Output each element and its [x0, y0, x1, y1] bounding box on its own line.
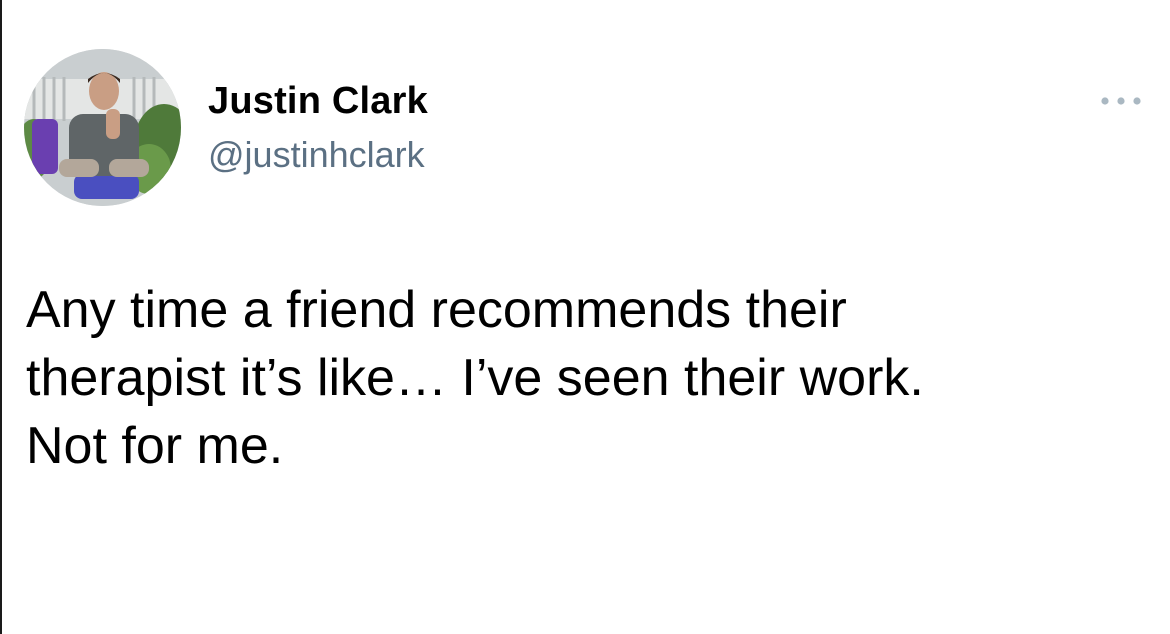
avatar-photo: [24, 49, 181, 206]
tweet-text-line: therapist it’s like… I’ve seen their wor…: [26, 349, 924, 407]
frame-edge: [0, 0, 2, 634]
author-display-name[interactable]: Justin Clark: [208, 78, 428, 124]
tweet-text-line: Any time a friend recommends their: [26, 281, 847, 339]
tweet-text-line: Not for me.: [26, 417, 284, 475]
more-options-button[interactable]: [1096, 88, 1146, 114]
author-avatar[interactable]: [24, 49, 181, 206]
more-options-icon: [1101, 97, 1141, 105]
author-handle[interactable]: @justinhclark: [208, 133, 425, 177]
tweet-text: Any time a friend recommends their thera…: [26, 276, 1156, 480]
